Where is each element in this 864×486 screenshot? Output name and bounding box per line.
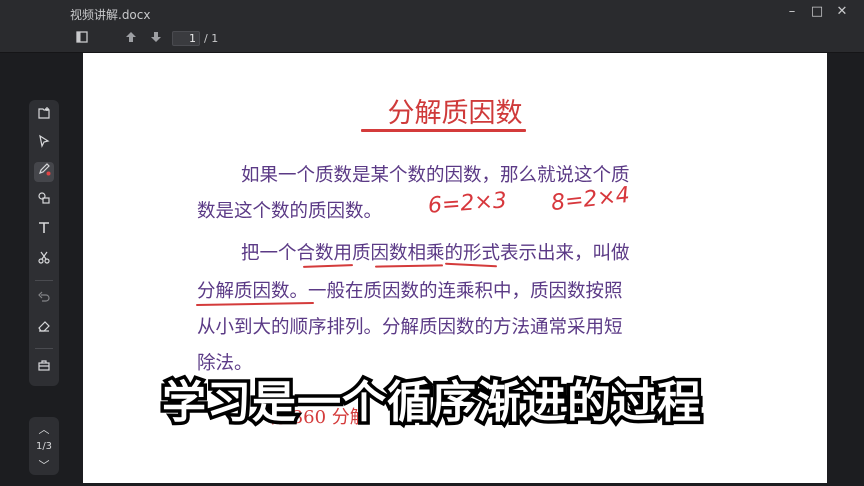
cursor-icon[interactable] <box>34 134 54 154</box>
pager-down-icon[interactable]: ﹀ <box>29 457 59 473</box>
toolbar: 1 / 1 <box>0 26 864 53</box>
title-underline <box>361 129 526 132</box>
text-icon[interactable] <box>34 221 54 241</box>
pen-icon[interactable] <box>34 162 54 182</box>
page-total: / 1 <box>204 32 219 45</box>
add-page-icon[interactable] <box>34 106 54 126</box>
eraser-icon[interactable] <box>34 319 54 339</box>
shapes-icon[interactable] <box>34 191 54 211</box>
scissors-icon[interactable] <box>34 250 54 270</box>
tool-sidebar <box>29 100 59 386</box>
video-subtitle: 学习是一个循序渐进的过程 <box>159 374 705 432</box>
prev-page-icon[interactable] <box>123 31 139 47</box>
undo-icon[interactable] <box>34 290 54 310</box>
sidebar-divider <box>35 348 53 349</box>
minimize-button[interactable]: – <box>783 3 801 21</box>
title-bar: 视频讲解.docx – □ ✕ <box>0 0 864 26</box>
window-title: 视频讲解.docx <box>70 8 151 22</box>
para2-line3: 从小到大的顺序排列。分解质因数的方法通常采用短 <box>197 317 623 338</box>
next-page-icon[interactable] <box>148 31 164 47</box>
maximize-button[interactable]: □ <box>808 3 826 21</box>
para1-line1: 如果一个质数是某个数的因数，那么就说这个质 <box>241 165 630 186</box>
pager-label: 1/3 <box>35 441 53 452</box>
document-title: 分解质因数 <box>387 98 523 129</box>
sidebar-divider <box>35 280 53 281</box>
page-number-input[interactable]: 1 <box>172 31 200 46</box>
sidebar-toggle-icon[interactable] <box>74 31 90 47</box>
close-button[interactable]: ✕ <box>833 3 851 21</box>
